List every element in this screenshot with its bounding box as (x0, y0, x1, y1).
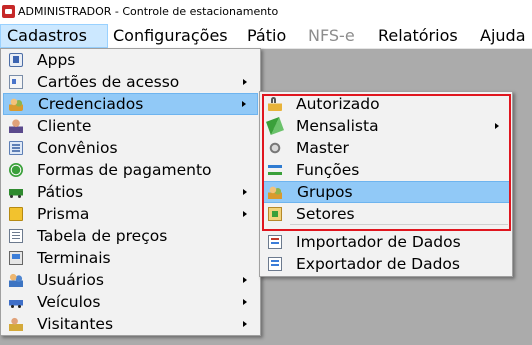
menu-nfse[interactable]: NFS-e (302, 24, 361, 48)
menu-item-convenios[interactable]: Convênios (3, 137, 258, 159)
prisma-icon (9, 207, 23, 221)
payment-icon (9, 163, 23, 177)
submenu-item-funcoes[interactable]: Funções (262, 159, 510, 181)
submenu-item-exportador-de-dados[interactable]: Exportador de Dados (262, 253, 510, 275)
submenu-item-mensalista[interactable]: Mensalista (262, 115, 510, 137)
visitor-icon (9, 317, 23, 331)
car-icon (9, 295, 23, 309)
submenu-item-master[interactable]: Master (262, 137, 510, 159)
submenu-arrow-icon (242, 101, 246, 107)
people-icon (9, 97, 23, 111)
menu-item-tabela-de-precos[interactable]: Tabela de preços (3, 225, 258, 247)
submenu-item-importador-de-dados[interactable]: Importador de Dados (262, 231, 510, 253)
menu-item-prisma[interactable]: Prisma (3, 203, 258, 225)
group-icon (268, 185, 282, 199)
submenu-arrow-icon (243, 189, 247, 195)
money-icon (266, 117, 284, 135)
hierarchy-icon (268, 163, 282, 177)
menu-relatorios[interactable]: Relatórios (372, 24, 464, 48)
submenu-arrow-icon (243, 277, 247, 283)
menu-item-veiculos[interactable]: Veículos (3, 291, 258, 313)
document-icon (9, 141, 23, 155)
lock-icon (268, 97, 282, 111)
menu-ajuda[interactable]: Ajuda (474, 24, 532, 48)
menu-item-apps[interactable]: Apps (3, 49, 258, 71)
gear-icon (268, 141, 282, 155)
submenu-arrow-icon (243, 299, 247, 305)
table-icon (9, 229, 23, 243)
menu-patio[interactable]: Pátio (241, 24, 292, 48)
users-icon (9, 273, 23, 287)
submenu-item-setores[interactable]: Setores (262, 203, 510, 225)
menu-item-patios[interactable]: Pátios (3, 181, 258, 203)
title-bar: ADMINISTRADOR - Controle de estacionamen… (0, 0, 532, 24)
terminal-icon (9, 251, 23, 265)
cadastros-dropdown: Apps Cartões de acesso Credenciados Clie… (0, 48, 261, 336)
menu-separator (290, 224, 508, 225)
menu-item-cliente[interactable]: Cliente (3, 115, 258, 137)
menu-item-credenciados[interactable]: Credenciados (3, 93, 258, 115)
menu-bar: Cadastros Configurações Pátio NFS-e Rela… (0, 24, 532, 49)
app-logo-icon (2, 5, 15, 18)
card-icon (9, 75, 23, 89)
sector-icon (268, 207, 282, 221)
export-icon (268, 257, 282, 271)
submenu-item-grupos[interactable]: Grupos (262, 181, 510, 203)
credenciados-submenu: Autorizado Mensalista Master Funções Gru… (259, 91, 513, 277)
import-icon (268, 235, 282, 249)
window-title: ADMINISTRADOR - Controle de estacionamen… (18, 5, 279, 18)
menu-cadastros[interactable]: Cadastros (0, 24, 108, 48)
menu-item-formas-de-pagamento[interactable]: Formas de pagamento (3, 159, 258, 181)
apps-icon (9, 53, 23, 67)
menu-item-cartoes-de-acesso[interactable]: Cartões de acesso (3, 71, 258, 93)
person-icon (9, 119, 23, 133)
menu-item-usuarios[interactable]: Usuários (3, 269, 258, 291)
truck-icon (9, 185, 23, 199)
submenu-arrow-icon (495, 123, 499, 129)
menu-configuracoes[interactable]: Configurações (107, 24, 234, 48)
submenu-arrow-icon (243, 211, 247, 217)
submenu-item-autorizado[interactable]: Autorizado (262, 93, 510, 115)
submenu-arrow-icon (243, 79, 247, 85)
menu-item-visitantes[interactable]: Visitantes (3, 313, 258, 335)
menu-item-terminais[interactable]: Terminais (3, 247, 258, 269)
submenu-arrow-icon (243, 321, 247, 327)
